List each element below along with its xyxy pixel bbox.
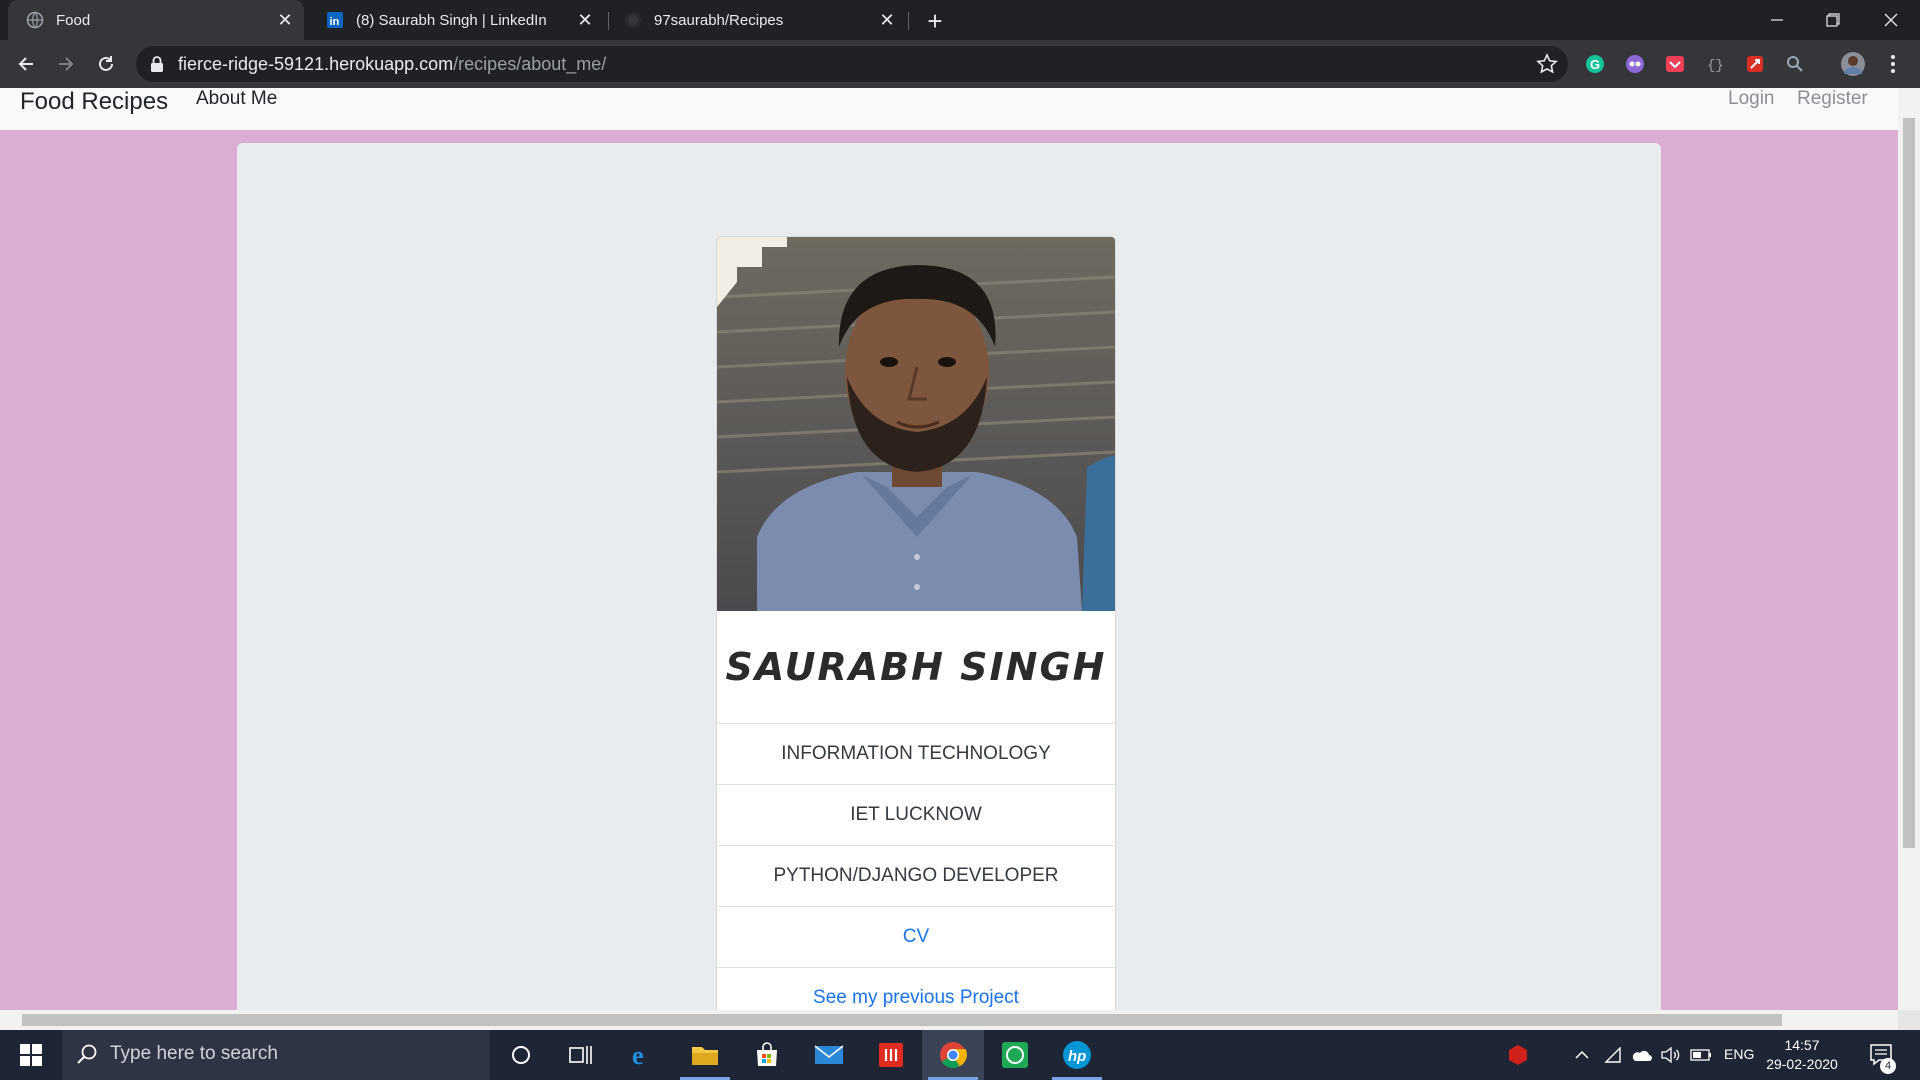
grammarly-icon[interactable]: G bbox=[1584, 53, 1606, 75]
extension-eyes-icon[interactable] bbox=[1624, 53, 1646, 75]
linkedin-icon: in bbox=[326, 11, 344, 29]
close-tab-icon[interactable]: ✕ bbox=[574, 9, 596, 31]
show-hidden-icons-chevron[interactable] bbox=[1570, 1030, 1594, 1080]
close-tab-icon[interactable]: ✕ bbox=[876, 9, 898, 31]
bookmark-star-icon[interactable] bbox=[1536, 53, 1558, 80]
action-center-icon[interactable]: 4 bbox=[1862, 1030, 1902, 1080]
tab-title: Food bbox=[56, 11, 91, 29]
vertical-scrollbar[interactable] bbox=[1898, 88, 1920, 1010]
brand-link[interactable]: Food Recipes bbox=[20, 88, 168, 116]
forward-button[interactable] bbox=[50, 48, 82, 80]
browser-tab-strip: Food ✕ in (8) Saurabh Singh | LinkedIn ✕… bbox=[0, 0, 1920, 40]
tab-food[interactable]: Food ✕ bbox=[8, 0, 304, 40]
taskbar-search-box[interactable]: Type here to search bbox=[62, 1030, 490, 1080]
task-view-icon[interactable] bbox=[550, 1030, 612, 1080]
reload-button[interactable] bbox=[90, 48, 122, 80]
clock[interactable]: 14:57 29-02-2020 bbox=[1766, 1036, 1838, 1074]
svg-text:e: e bbox=[632, 1042, 644, 1068]
hp-icon[interactable]: hp bbox=[1046, 1030, 1108, 1080]
cv-link[interactable]: CV bbox=[717, 906, 1115, 967]
svg-text:in: in bbox=[330, 16, 340, 28]
wifi-icon[interactable] bbox=[1600, 1030, 1626, 1080]
minimize-window-button[interactable] bbox=[1752, 0, 1802, 40]
tab-linkedin[interactable]: in (8) Saurabh Singh | LinkedIn ✕ bbox=[310, 0, 604, 40]
close-tab-icon[interactable]: ✕ bbox=[274, 9, 296, 31]
windows-taskbar: Type here to search e hp ENG 14:57 29-02… bbox=[0, 1030, 1920, 1080]
antivirus-tray-icon[interactable] bbox=[1504, 1030, 1532, 1080]
page-viewport: Food Recipes About Me Login Register SAU… bbox=[0, 88, 1898, 1010]
profile-name: SAURABH SINGH bbox=[725, 645, 1107, 689]
onedrive-icon[interactable] bbox=[1628, 1030, 1654, 1080]
vertical-scroll-thumb[interactable] bbox=[1903, 118, 1915, 848]
svg-text:G: G bbox=[1590, 57, 1600, 72]
whatsapp-icon[interactable] bbox=[984, 1030, 1046, 1080]
url-host: fierce-ridge-59121.herokuapp.com bbox=[178, 54, 454, 74]
profile-item-department: INFORMATION TECHNOLOGY bbox=[717, 723, 1115, 784]
tab-title: (8) Saurabh Singh | LinkedIn bbox=[356, 11, 547, 29]
json-formatter-icon[interactable]: {} bbox=[1704, 53, 1726, 75]
chrome-taskbar-icon[interactable] bbox=[922, 1030, 984, 1080]
svg-text:{}: {} bbox=[1707, 58, 1724, 74]
url-text: fierce-ridge-59121.herokuapp.com/recipes… bbox=[178, 54, 606, 75]
battery-icon[interactable] bbox=[1688, 1030, 1714, 1080]
microsoft-store-icon[interactable] bbox=[736, 1030, 798, 1080]
chrome-menu-icon[interactable] bbox=[1882, 53, 1904, 75]
search-icon bbox=[76, 1043, 98, 1070]
profile-card: SAURABH SINGH INFORMATION TECHNOLOGY IET… bbox=[716, 236, 1116, 1010]
horizontal-scrollbar[interactable] bbox=[0, 1010, 1898, 1030]
github-icon bbox=[624, 11, 642, 29]
pocket-icon[interactable] bbox=[1664, 53, 1686, 75]
horizontal-scroll-thumb[interactable] bbox=[22, 1014, 1782, 1026]
language-indicator[interactable]: ENG bbox=[1724, 1046, 1754, 1062]
restore-window-button[interactable] bbox=[1808, 0, 1858, 40]
tab-title: 97saurabh/Recipes bbox=[654, 11, 784, 29]
browser-toolbar: fierce-ridge-59121.herokuapp.com/recipes… bbox=[0, 40, 1920, 88]
tab-separator bbox=[608, 12, 609, 30]
scrollbar-corner bbox=[1898, 1010, 1920, 1030]
search-placeholder: Type here to search bbox=[110, 1043, 278, 1064]
nav-about-me[interactable]: About Me bbox=[196, 88, 277, 110]
profile-item-role: PYTHON/DJANGO DEVELOPER bbox=[717, 845, 1115, 906]
volume-icon[interactable] bbox=[1658, 1030, 1684, 1080]
clock-date: 29-02-2020 bbox=[1766, 1056, 1838, 1072]
extension-search-icon[interactable] bbox=[1784, 53, 1806, 75]
profile-item-college: IET LUCKNOW bbox=[717, 784, 1115, 845]
file-explorer-icon[interactable] bbox=[674, 1030, 736, 1080]
lock-icon bbox=[150, 55, 164, 78]
nav-login[interactable]: Login bbox=[1728, 88, 1775, 110]
new-tab-button[interactable]: + bbox=[920, 6, 950, 36]
profile-avatar[interactable] bbox=[1840, 51, 1866, 77]
clock-time: 14:57 bbox=[1784, 1037, 1820, 1053]
tab-github[interactable]: 97saurabh/Recipes ✕ bbox=[612, 0, 906, 40]
cortana-icon[interactable] bbox=[490, 1030, 552, 1080]
globe-icon bbox=[26, 11, 44, 29]
address-bar[interactable]: fierce-ridge-59121.herokuapp.com/recipes… bbox=[136, 46, 1568, 82]
site-navbar: Food Recipes About Me Login Register bbox=[0, 88, 1898, 130]
notification-count-badge: 4 bbox=[1880, 1058, 1896, 1074]
windows-start-button[interactable] bbox=[0, 1030, 62, 1080]
profile-photo bbox=[717, 237, 1115, 611]
svg-text:hp: hp bbox=[1068, 1048, 1086, 1065]
previous-project-link[interactable]: See my previous Project bbox=[717, 967, 1115, 1010]
tab-separator bbox=[908, 12, 909, 30]
mail-icon[interactable] bbox=[798, 1030, 860, 1080]
back-button[interactable] bbox=[10, 48, 42, 80]
close-window-button[interactable] bbox=[1866, 0, 1916, 40]
nav-register[interactable]: Register bbox=[1797, 88, 1868, 110]
extension-red-icon[interactable] bbox=[1744, 53, 1766, 75]
edge-browser-icon[interactable]: e bbox=[612, 1030, 674, 1080]
red-app-icon[interactable] bbox=[860, 1030, 922, 1080]
url-path: /recipes/about_me/ bbox=[453, 54, 607, 74]
